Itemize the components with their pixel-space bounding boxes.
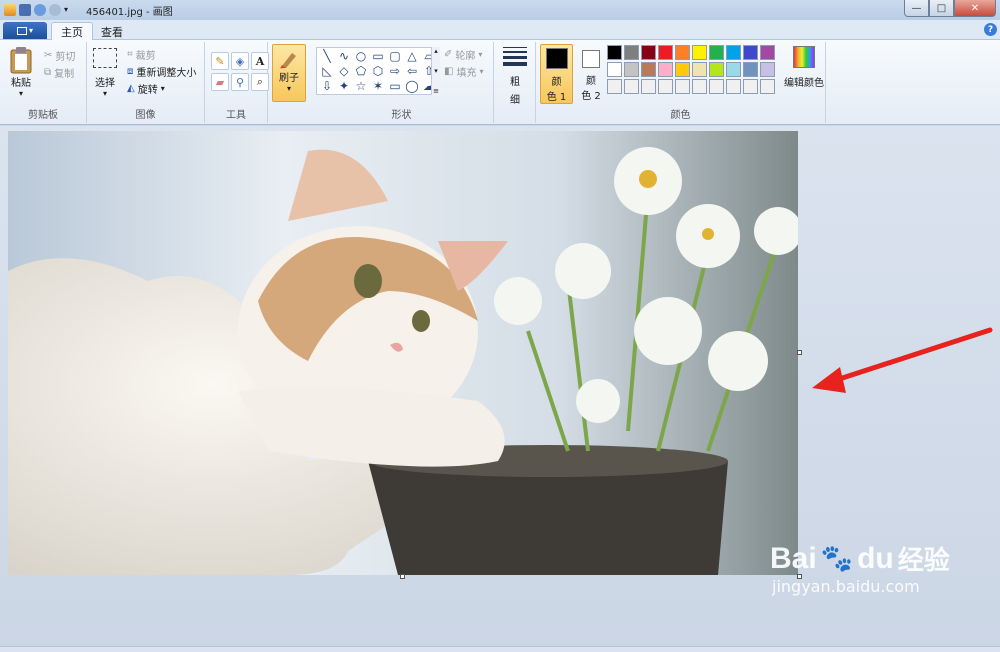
- watermark-url: jingyan.baidu.com: [772, 577, 920, 596]
- watermark-sub: 经验: [897, 545, 950, 575]
- watermark-brand: Bai: [770, 541, 817, 575]
- baidu-watermark: Bai 🐾 du 经验 jingyan.baidu.com: [770, 540, 960, 630]
- watermark-du: du: [857, 541, 894, 575]
- status-bar: [0, 646, 1000, 652]
- paw-icon: 🐾: [820, 543, 854, 573]
